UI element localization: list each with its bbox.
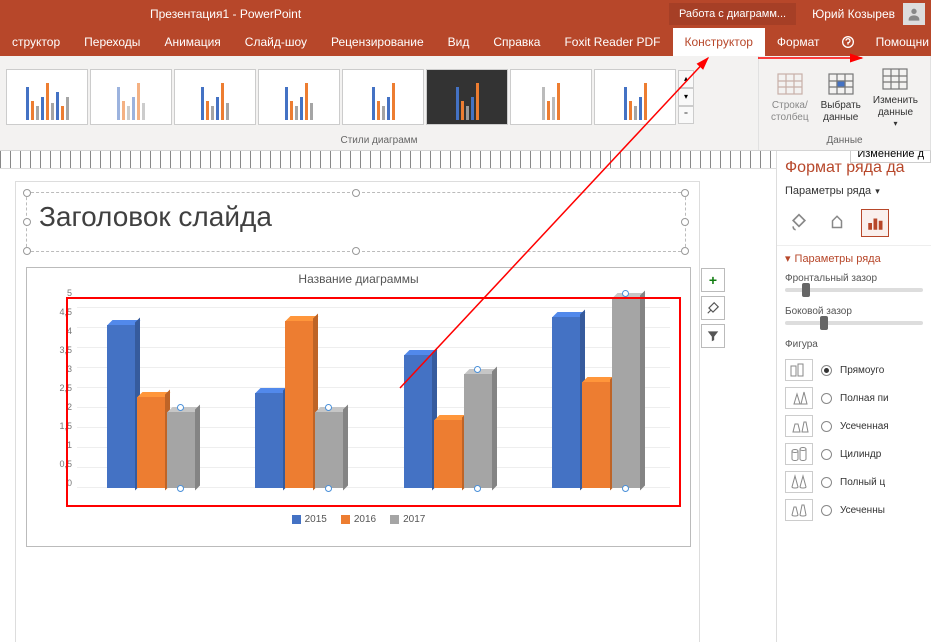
chart-filters-button[interactable] (701, 324, 725, 348)
shape-option-full-cone[interactable]: Полный ц (785, 468, 923, 496)
section-header-series[interactable]: ▾ Параметры ряда (785, 252, 923, 265)
bar-cluster[interactable] (255, 321, 343, 488)
tab-assistant[interactable]: Помощни (864, 28, 931, 56)
format-pane-tabs (777, 201, 931, 245)
select-data-button[interactable]: Выбрать данные (815, 66, 867, 128)
ribbon-group-chart-styles: ▴ ▾ ⁼ Стили диаграмм (0, 56, 759, 150)
chart-plot-area[interactable]: 00,511,522,533,544,55 (27, 288, 690, 508)
format-pane-subtitle[interactable]: Параметры ряда▾ (777, 181, 931, 201)
shape-label: Фигура (785, 339, 923, 350)
format-pane: Изменение д Формат ряда да Параметры ряд… (776, 151, 931, 642)
shape-option-partial-cone[interactable]: Усеченны (785, 496, 923, 524)
bar[interactable] (285, 321, 313, 488)
switch-row-column-icon (776, 70, 804, 98)
bar[interactable] (582, 382, 610, 488)
edit-data-button[interactable]: Изменить данные ▾ (867, 61, 924, 133)
ribbon: ▴ ▾ ⁼ Стили диаграмм Строка/ столбец Выб… (0, 56, 931, 151)
trunc-cone-shape-icon (785, 499, 813, 521)
tell-me-icon[interactable] (832, 28, 864, 56)
shape-option-partial-pyramid[interactable]: Усеченная (785, 412, 923, 440)
fill-line-tab-icon[interactable] (785, 209, 813, 237)
box-shape-icon (785, 359, 813, 381)
chart-object[interactable]: Название диаграммы 00,511,522,533,544,55… (26, 267, 691, 547)
edit-data-icon (881, 65, 909, 93)
horizontal-ruler (0, 151, 776, 169)
chart-style-gallery (6, 69, 676, 125)
chart-style-5[interactable] (342, 69, 424, 125)
pyramid-shape-icon (785, 387, 813, 409)
chart-tools-contextual-tab[interactable]: Работа с диаграмм... (669, 3, 796, 25)
bar[interactable] (612, 298, 640, 488)
gallery-up-icon[interactable]: ▴ (678, 70, 694, 88)
chart-style-6[interactable] (426, 69, 508, 125)
bar-cluster[interactable] (552, 298, 640, 488)
tab-animation[interactable]: Анимация (152, 28, 232, 56)
bar[interactable] (255, 393, 283, 488)
user-avatar-icon[interactable] (903, 3, 925, 25)
chart-style-1[interactable] (6, 69, 88, 125)
trunc-pyramid-shape-icon (785, 415, 813, 437)
chart-title[interactable]: Название диаграммы (27, 268, 690, 288)
ribbon-group-data: Строка/ столбец Выбрать данные Изменить … (759, 56, 931, 150)
bar[interactable] (315, 412, 343, 488)
chart-style-3[interactable] (174, 69, 256, 125)
ribbon-tabs: структор Переходы Анимация Слайд-шоу Рец… (0, 28, 931, 56)
tab-chart-format[interactable]: Формат (765, 28, 832, 56)
side-gap-slider[interactable]: Боковой зазор (785, 306, 923, 325)
y-axis: 00,511,522,533,544,55 (32, 288, 72, 488)
select-data-icon (827, 70, 855, 98)
bar[interactable] (434, 420, 462, 488)
tab-view[interactable]: Вид (436, 28, 482, 56)
chart-legend[interactable]: 2015 2016 2017 (27, 508, 690, 531)
app-title: Презентация1 - PowerPoint (0, 7, 669, 21)
cylinder-shape-icon (785, 443, 813, 465)
tab-chart-design[interactable]: Конструктор (673, 28, 765, 56)
chart-style-7[interactable] (510, 69, 592, 125)
ribbon-group-label-styles: Стили диаграмм (6, 133, 752, 148)
workspace: Заголовок слайда Название диаграммы 00,5… (0, 151, 931, 642)
title-bar: Презентация1 - PowerPoint Работа с диагр… (0, 0, 931, 28)
chart-style-8[interactable] (594, 69, 676, 125)
gallery-more-icon[interactable]: ⁼ (678, 106, 694, 124)
chart-floating-buttons: + (701, 268, 725, 348)
chart-styles-button[interactable] (701, 296, 725, 320)
bar[interactable] (137, 397, 165, 488)
tab-review[interactable]: Рецензирование (319, 28, 436, 56)
slide-title-placeholder[interactable]: Заголовок слайда (26, 192, 686, 252)
chart-style-4[interactable] (258, 69, 340, 125)
bar-cluster[interactable] (404, 355, 492, 488)
bar[interactable] (167, 412, 195, 488)
bar[interactable] (552, 317, 580, 488)
chart-style-2[interactable] (90, 69, 172, 125)
chart-elements-button[interactable]: + (701, 268, 725, 292)
series-options-tab-icon[interactable] (861, 209, 889, 237)
bar[interactable] (404, 355, 432, 488)
bar-cluster[interactable] (107, 325, 195, 488)
cone-shape-icon (785, 471, 813, 493)
front-gap-slider[interactable]: Фронтальный зазор (785, 273, 923, 292)
tab-help[interactable]: Справка (481, 28, 552, 56)
tooltip: Изменение д (850, 151, 931, 163)
slide[interactable]: Заголовок слайда Название диаграммы 00,5… (15, 181, 700, 642)
shape-option-cylinder[interactable]: Цилиндр (785, 440, 923, 468)
effects-tab-icon[interactable] (823, 209, 851, 237)
ribbon-group-label-data: Данные (765, 133, 924, 148)
tab-foxit[interactable]: Foxit Reader PDF (552, 28, 672, 56)
tab-slideshow[interactable]: Слайд-шоу (233, 28, 319, 56)
gallery-scroll-controls: ▴ ▾ ⁼ (678, 70, 694, 124)
bar[interactable] (107, 325, 135, 488)
gallery-down-icon[interactable]: ▾ (678, 88, 694, 106)
shape-option-full-pyramid[interactable]: Полная пи (785, 384, 923, 412)
slide-editor[interactable]: Заголовок слайда Название диаграммы 00,5… (0, 151, 776, 642)
bar[interactable] (464, 374, 492, 488)
switch-row-column-button: Строка/ столбец (765, 66, 815, 128)
tab-transitions[interactable]: Переходы (72, 28, 152, 56)
shape-option-box[interactable]: Прямоуго (785, 356, 923, 384)
tab-constructor-partial[interactable]: структор (0, 28, 72, 56)
user-name[interactable]: Юрий Козырев (804, 7, 903, 21)
